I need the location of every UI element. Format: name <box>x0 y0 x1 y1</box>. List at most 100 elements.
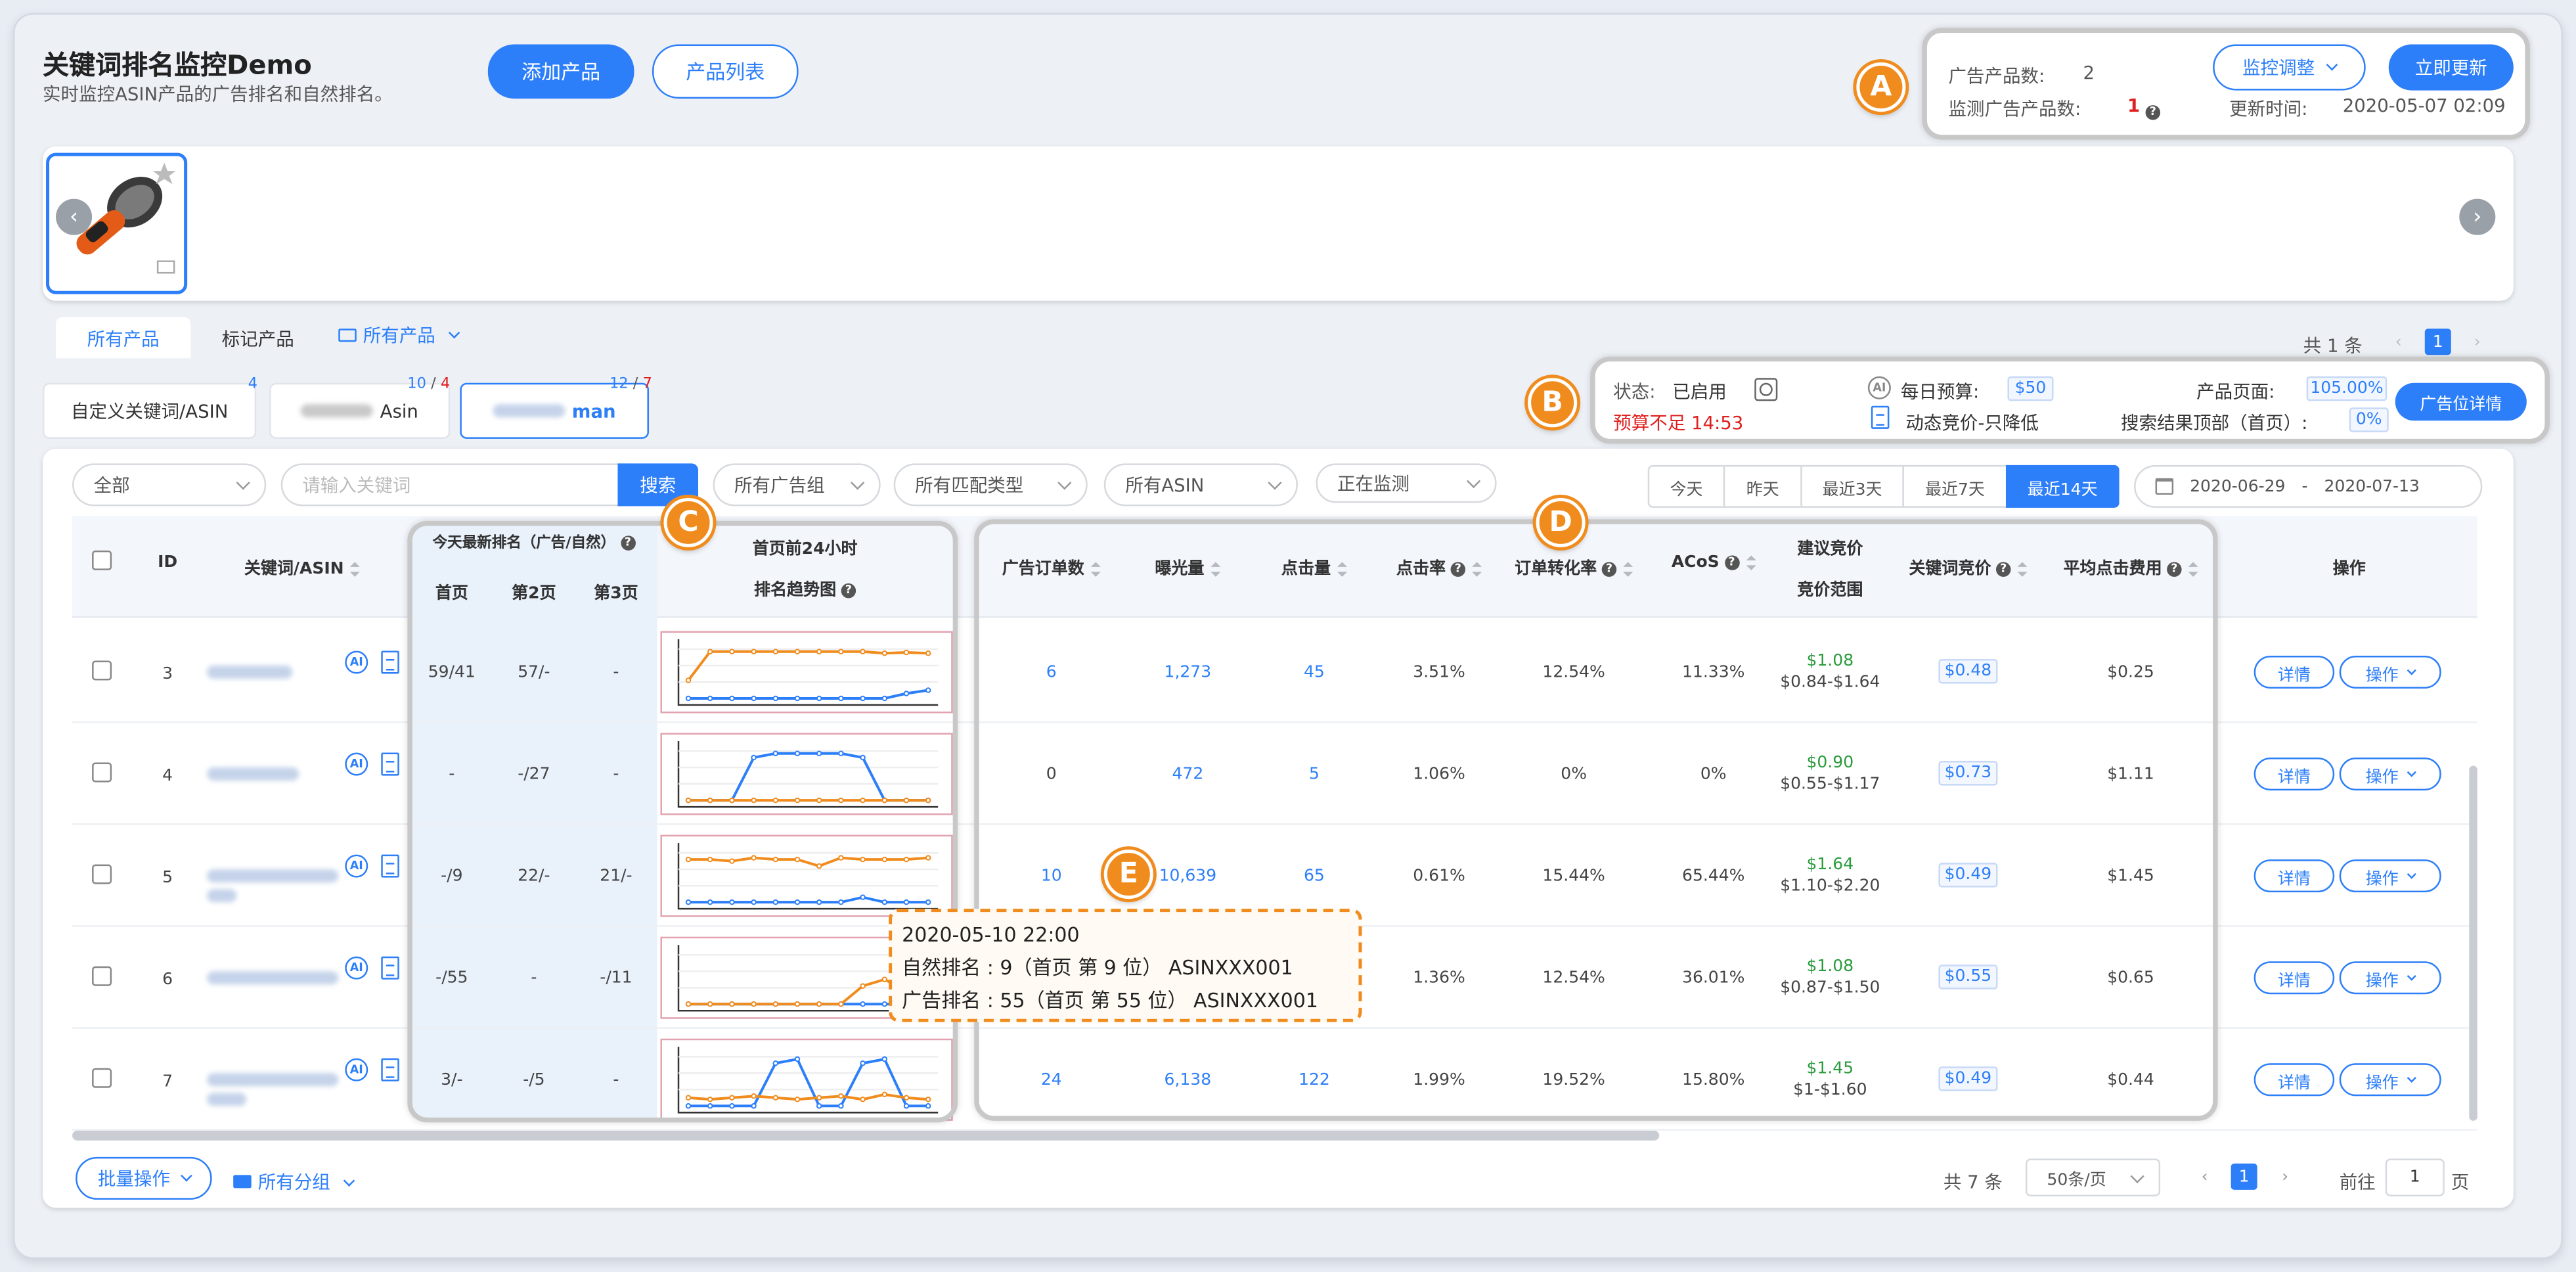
status-value: 已启用 <box>1672 381 1727 403</box>
tooltip-ad: 广告排名 : 55（首页 第 55 位） ASINXXX001 <box>902 989 1318 1012</box>
document-icon[interactable] <box>381 650 399 674</box>
tab-man-count-b: 7 <box>642 376 652 393</box>
operation-dropdown[interactable]: 操作 <box>2339 758 2441 791</box>
monitoring-select[interactable]: 正在监测 <box>1316 463 1497 503</box>
badge-a: A <box>1856 62 1906 112</box>
product-list-button[interactable]: 产品列表 <box>652 44 799 99</box>
group-filter-label: 所有产品 <box>363 325 435 347</box>
detail-button[interactable]: 详情 <box>2254 859 2335 893</box>
range-yesterday[interactable]: 昨天 <box>1723 465 1802 508</box>
search-top-label: 搜索结果顶部（首页）: <box>2121 412 2308 434</box>
row-id: 5 <box>162 869 173 888</box>
daily-budget-value[interactable]: $50 <box>2007 376 2054 401</box>
header-keyword[interactable]: 关键词/ASIN <box>204 554 401 578</box>
operation-dropdown[interactable]: 操作 <box>2339 655 2441 689</box>
ai-icon[interactable]: AI <box>345 1058 368 1081</box>
calendar-icon <box>2155 478 2174 495</box>
monitor-adjust-label: 监控调整 <box>2242 57 2315 80</box>
monitor-adjust-button[interactable]: 监控调整 <box>2213 44 2366 91</box>
ai-icon[interactable]: AI <box>345 752 368 776</box>
tab-all-products[interactable]: 所有产品 <box>56 317 191 359</box>
range-7-days[interactable]: 最近7天 <box>1902 465 2008 508</box>
row-id: 4 <box>162 767 173 786</box>
range-14-days[interactable]: 最近14天 <box>2005 465 2120 508</box>
operation-dropdown[interactable]: 操作 <box>2339 859 2441 893</box>
keyword-text-blurred <box>207 971 339 985</box>
keyword-text-blurred <box>207 1093 247 1106</box>
footer-current-page[interactable]: 1 <box>2231 1163 2257 1190</box>
match-type-select[interactable]: 所有匹配类型 <box>893 463 1088 507</box>
document-icon[interactable] <box>381 956 399 980</box>
bulk-ops-label: 批量操作 <box>97 1168 170 1190</box>
monitor-products-value: 1 <box>2127 95 2141 117</box>
row-checkbox[interactable] <box>92 966 112 986</box>
row-checkbox[interactable] <box>92 660 112 681</box>
keyword-search-input[interactable]: 请输入关键词 <box>280 463 626 507</box>
carousel-next-icon[interactable]: › <box>2459 198 2496 235</box>
page-size-select[interactable]: 50条/页 <box>2025 1158 2161 1196</box>
range-today[interactable]: 今天 <box>1647 465 1725 508</box>
carousel-prev-icon[interactable]: ‹ <box>56 198 93 235</box>
detail-button[interactable]: 详情 <box>2254 655 2335 689</box>
product-page-label: 产品页面: <box>2196 381 2275 403</box>
select-all-checkbox[interactable] <box>92 550 112 570</box>
chevron-down-icon <box>2407 665 2416 675</box>
add-product-button[interactable]: 添加产品 <box>487 44 634 99</box>
ad-group-select[interactable]: 所有广告组 <box>713 463 881 507</box>
tab-marked-products[interactable]: 标记产品 <box>197 317 319 359</box>
ai-icon[interactable]: AI <box>345 650 368 674</box>
document-icon[interactable] <box>381 854 399 878</box>
update-now-button[interactable]: 立即更新 <box>2388 44 2514 91</box>
monitor-products-label: 监测广告产品数: <box>1948 99 2081 120</box>
product-page-value[interactable]: 105.00% <box>2306 376 2387 401</box>
footer-next-icon[interactable]: › <box>2272 1164 2298 1190</box>
help-icon[interactable]: ? <box>2145 95 2161 127</box>
prev-page-icon[interactable]: ‹ <box>2386 329 2412 355</box>
horizontal-scrollbar[interactable] <box>72 1130 1660 1141</box>
clock-icon[interactable] <box>1754 378 1778 401</box>
tab-custom-count: 4 <box>248 376 258 393</box>
footer-prev-icon[interactable]: ‹ <box>2192 1164 2218 1190</box>
status-label: 状态: <box>1613 381 1656 403</box>
ai-icon[interactable]: AI <box>345 854 368 878</box>
placement-detail-button[interactable]: 广告位详情 <box>2395 382 2527 421</box>
operation-dropdown[interactable]: 操作 <box>2339 961 2441 995</box>
goto-page-input[interactable]: 1 <box>2385 1158 2445 1196</box>
ad-group-select-value: 所有广告组 <box>734 474 825 497</box>
keyword-text-blurred <box>207 869 339 883</box>
document-icon[interactable] <box>381 752 399 776</box>
ai-icon[interactable]: AI <box>345 956 368 980</box>
range-3-days[interactable]: 最近3天 <box>1800 465 1904 508</box>
chevron-down-icon <box>343 1175 355 1187</box>
group-select[interactable]: 所有分组 <box>233 1168 355 1194</box>
keyword-text-blurred <box>207 1073 339 1087</box>
detail-button[interactable]: 详情 <box>2254 758 2335 791</box>
badge-c: C <box>663 497 713 547</box>
date-range-picker[interactable]: 2020-06-29 - 2020-07-13 <box>2134 465 2483 508</box>
tab-custom-keyword[interactable]: 自定义关键词/ASIN <box>43 382 257 439</box>
row-checkbox[interactable] <box>92 762 112 783</box>
group-filter[interactable]: 所有产品 <box>338 317 486 353</box>
detail-button[interactable]: 详情 <box>2254 961 2335 995</box>
next-page-icon[interactable]: › <box>2464 329 2491 355</box>
asin-select[interactable]: 所有ASIN <box>1103 463 1298 507</box>
asin-select-value: 所有ASIN <box>1125 474 1205 497</box>
page-title: 关键词排名监控Demo <box>43 49 312 81</box>
tab-man-count-a: 12 <box>609 376 629 393</box>
detail-button[interactable]: 详情 <box>2254 1063 2335 1097</box>
vertical-scrollbar[interactable] <box>2469 765 2477 1121</box>
status-select[interactable]: 全部 <box>72 463 267 507</box>
bulk-ops-button[interactable]: 批量操作 <box>76 1156 212 1200</box>
row-checkbox[interactable] <box>92 1068 112 1088</box>
tab-man-count: 12 / 7 <box>609 376 652 393</box>
operation-dropdown[interactable]: 操作 <box>2339 1063 2441 1097</box>
product-carousel <box>43 146 2514 301</box>
tab-asin-count-b: 4 <box>440 376 451 393</box>
status-select-value: 全部 <box>93 474 130 497</box>
chevron-down-icon <box>2407 970 2416 980</box>
row-checkbox[interactable] <box>92 864 112 884</box>
search-top-value[interactable]: 0% <box>2349 407 2389 432</box>
document-icon <box>1871 405 1890 429</box>
document-icon[interactable] <box>381 1058 399 1081</box>
current-page[interactable]: 1 <box>2424 329 2451 355</box>
